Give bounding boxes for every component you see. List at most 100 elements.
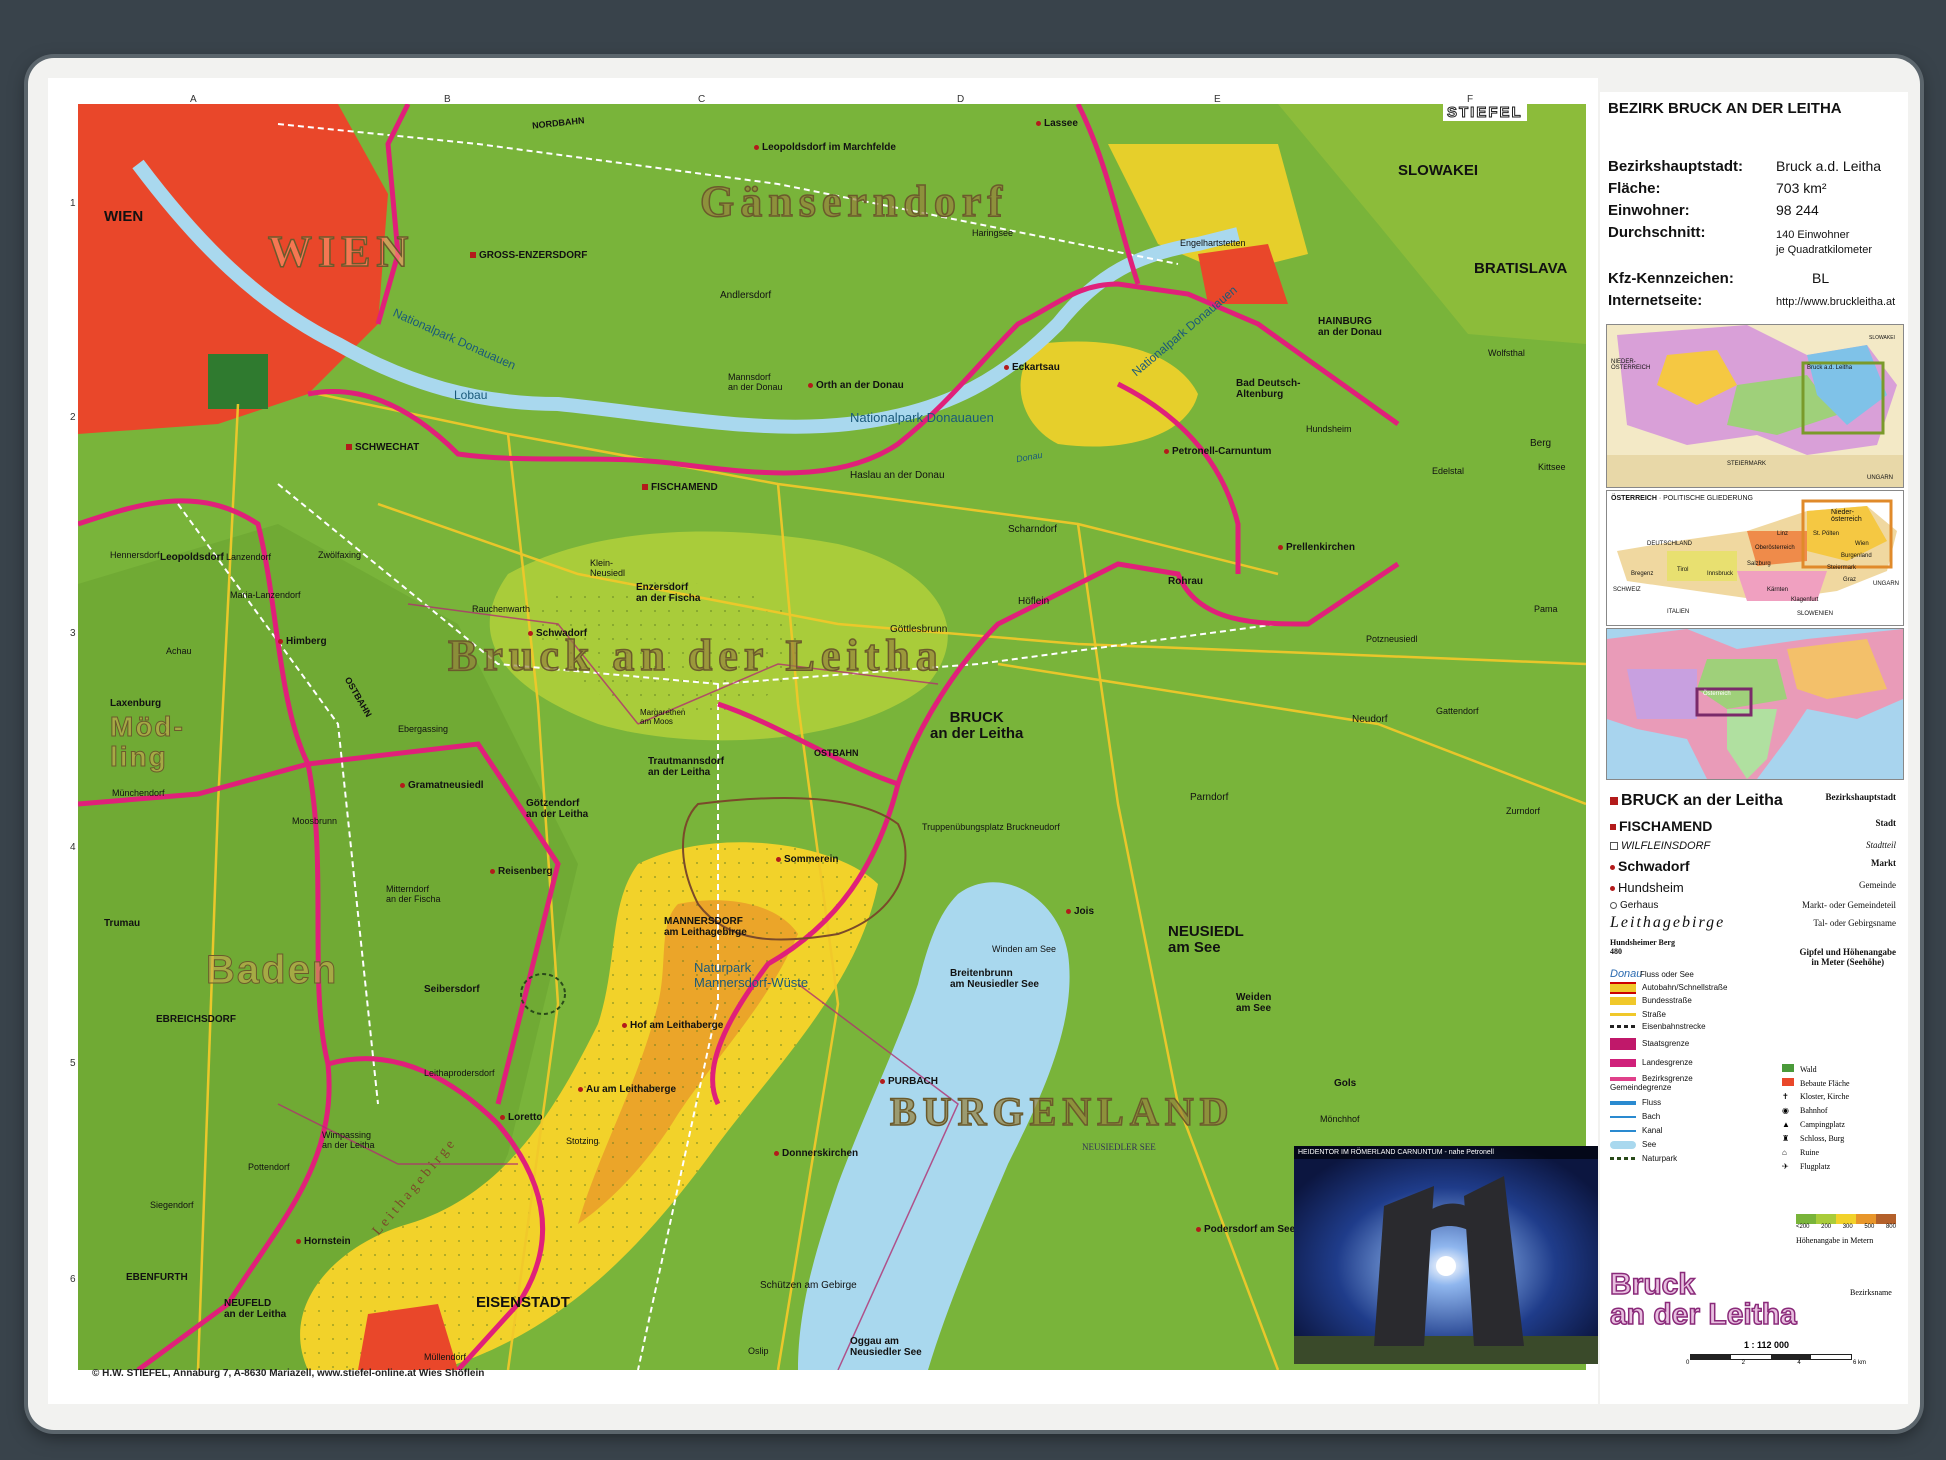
place-maria-lanzendorf: Maria-Lanzendorf	[230, 590, 301, 600]
place-fischamend: FISCHAMEND	[642, 482, 718, 493]
place-muellendorf: Müllendorf	[424, 1352, 467, 1362]
minimap2-label-innsbruck: Innsbruck	[1707, 571, 1734, 577]
place-hof-leithaberge: Hof am Leithaberge	[622, 1020, 723, 1031]
minimap2-label-wien: Wien	[1855, 541, 1869, 547]
place-lanzendorf: Lanzendorf	[226, 552, 272, 562]
place-gramatneusiedl: Gramatneusiedl	[400, 780, 484, 791]
place-mannsdorf: Mannsdorf an der Donau	[728, 372, 783, 392]
city-label-bratislava: BRATISLAVA	[1474, 260, 1568, 277]
elevation-bar	[1796, 1214, 1896, 1224]
legend-bezirkshauptstadt: BRUCK an der Leitha Bezirkshauptstadt	[1610, 792, 1900, 810]
place-edelstal: Edelstal	[1432, 466, 1465, 476]
minimap-europa: Österreich	[1606, 628, 1904, 780]
photo-heidentor[interactable]: HEIDENTOR IM RÖMERLAND CARNUNTUM - nahe …	[1294, 1146, 1598, 1364]
photo-caption: HEIDENTOR IM RÖMERLAND CARNUNTUM - nahe …	[1294, 1146, 1598, 1159]
place-oggau: Oggau am Neusiedler See	[850, 1336, 922, 1358]
place-rauchenwarth: Rauchenwarth	[472, 604, 531, 614]
minimap2-label-steiermark: Steiermark	[1827, 565, 1857, 571]
minimap1-label-slowakei: SLOWAKEI	[1869, 335, 1895, 341]
grid-row-5: 5	[70, 1058, 76, 1069]
info-value-web[interactable]: http://www.bruckleitha.at	[1776, 296, 1895, 308]
place-pottendorf: Pottendorf	[248, 1162, 290, 1172]
place-schwechat: SCHWECHAT	[346, 442, 419, 453]
info-panel: BEZIRK BRUCK AN DER LEITHA Bezirkshaupts…	[1600, 92, 1908, 1404]
panel-title: BEZIRK BRUCK AN DER LEITHA	[1608, 100, 1842, 117]
minimap2-label-italien: ITALIEN	[1667, 609, 1690, 615]
region-label-burgenland: BURGENLAND	[889, 1088, 1235, 1135]
district-name-caption: Bezirksname	[1850, 1288, 1892, 1297]
place-goettlesbrunn: Göttlesbrunn	[890, 624, 948, 635]
minimap1-label-steiermark: STEIERMARK	[1727, 461, 1767, 467]
legend-bahnhof: ◉ Bahnhof	[1782, 1106, 1828, 1115]
place-seibersdorf: Seibersdorf	[424, 984, 480, 995]
minimap1-label-ungarn: UNGARN	[1867, 475, 1894, 481]
place-leopoldsdorf: Leopoldsdorf	[160, 552, 224, 563]
place-gross-enzersdorf: GROSS-ENZERSDORF	[470, 250, 587, 261]
grid-col-a: A	[190, 94, 197, 105]
legend-autobahn: Autobahn/Schnellstraße	[1610, 982, 1900, 994]
minimap2-label-slowenien: SLOWENIEN	[1797, 611, 1834, 617]
legend-gemeinde: Hundsheim Gemeinde	[1610, 880, 1900, 895]
legend-bebaut: Bebaute Fläche	[1782, 1078, 1902, 1092]
place-podersdorf: Podersdorf am See	[1196, 1224, 1295, 1235]
legend-staatsgrenze: Staatsgrenze	[1610, 1038, 1900, 1050]
minimap2-label-schweiz: SCHWEIZ	[1613, 587, 1641, 593]
place-parndorf: Parndorf	[1190, 792, 1229, 803]
place-rohrau: Rohrau	[1168, 576, 1203, 587]
place-neufeld: NEUFELD an der Leitha	[224, 1298, 287, 1320]
place-wimpassing: Wimpassing an der Leitha	[322, 1130, 375, 1150]
place-jois: Jois	[1066, 906, 1094, 917]
place-winden: Winden am See	[992, 944, 1057, 954]
minimap1-label-noe: NIEDER- ÖSTERREICH	[1611, 359, 1651, 371]
lake-label: NEUSIEDLER SEE	[1082, 1142, 1156, 1152]
legend-schloss: ♜ Schloss, Burg	[1782, 1134, 1845, 1143]
district-name-title: Bruck an der Leitha	[1609, 1268, 1797, 1331]
grid-col-c: C	[698, 94, 706, 105]
place-engelhartstetten: Engelhartstetten	[1180, 238, 1246, 248]
minimap2-label-ungarn: UNGARN	[1873, 581, 1900, 587]
info-label-area: Fläche:	[1608, 180, 1661, 197]
place-purbach: PURBACH	[880, 1076, 938, 1087]
label-lobau: Lobau	[454, 388, 488, 402]
place-moosbrunn: Moosbrunn	[292, 816, 338, 826]
label-ostbahn: OSTBAHN	[814, 748, 859, 758]
info-value-capital: Bruck a.d. Leitha	[1776, 158, 1882, 174]
place-trumau: Trumau	[104, 918, 141, 929]
place-reisenberg: Reisenberg	[490, 866, 552, 877]
place-schuetzen: Schützen am Gebirge	[760, 1280, 857, 1291]
place-leithaprodersdorf: Leithaprodersdorf	[424, 1068, 495, 1078]
place-weiden: Weiden am See	[1236, 992, 1272, 1014]
place-neusiedl: NEUSIEDL am See	[1168, 923, 1244, 956]
district-label-moedling: Möd- ling	[110, 711, 185, 772]
place-prellenkirchen: Prellenkirchen	[1278, 542, 1355, 553]
place-oslip: Oslip	[748, 1346, 769, 1356]
place-hoeflein: Höflein	[1018, 596, 1050, 607]
legend-icons: Wald Bebaute Fläche ✝ Kloster, Kirche ◉ Ba…	[1782, 1064, 1902, 1176]
place-ebenfurth: EBENFURTH	[126, 1272, 188, 1283]
legend-ruine: ⌂ Ruine	[1782, 1148, 1820, 1157]
place-kittsee: Kittsee	[1538, 462, 1566, 472]
minimap2-label-stpoelten: St. Pölten	[1813, 531, 1840, 537]
minimap2-label-tirol: Tirol	[1677, 567, 1689, 573]
minimap2-label-klagenfurt: Klagenfurt	[1791, 597, 1819, 603]
place-muenchendorf: Münchendorf	[112, 788, 165, 798]
place-pama: Pama	[1534, 604, 1558, 614]
legend-wald: Wald	[1782, 1064, 1902, 1078]
place-mannersdorf: MANNERSDORF am Leithagebirge	[664, 916, 747, 938]
info-label-capital: Bezirkshauptstadt:	[1608, 158, 1744, 175]
place-moenchhof: Mönchhof	[1320, 1114, 1360, 1124]
place-haringsee: Haringsee	[972, 228, 1014, 238]
place-breitenbrunn: Breitenbrunn am Neusiedler See	[950, 968, 1039, 990]
legend-stadt: FISCHAMEND Stadt	[1610, 818, 1900, 834]
place-zurndorf: Zurndorf	[1506, 806, 1541, 816]
minimap-oesterreich: ÖSTERREICH · POLITISCHE GLIEDERUNG Niede…	[1606, 490, 1904, 626]
place-haslau: Haslau an der Donau	[850, 470, 945, 481]
photo-image	[1294, 1146, 1598, 1364]
minimap2-label-bregenz: Bregenz	[1631, 571, 1654, 577]
place-hainburg: HAINBURG an der Donau	[1318, 316, 1382, 338]
info-label-population: Einwohner:	[1608, 202, 1690, 219]
info-label-kfz: Kfz-Kennzeichen:	[1608, 270, 1734, 287]
minimap2-label-noe: Nieder- österreich	[1831, 509, 1862, 523]
map-scale: 1 : 112 000	[1744, 1340, 1790, 1350]
grid-col-e: E	[1214, 94, 1221, 105]
